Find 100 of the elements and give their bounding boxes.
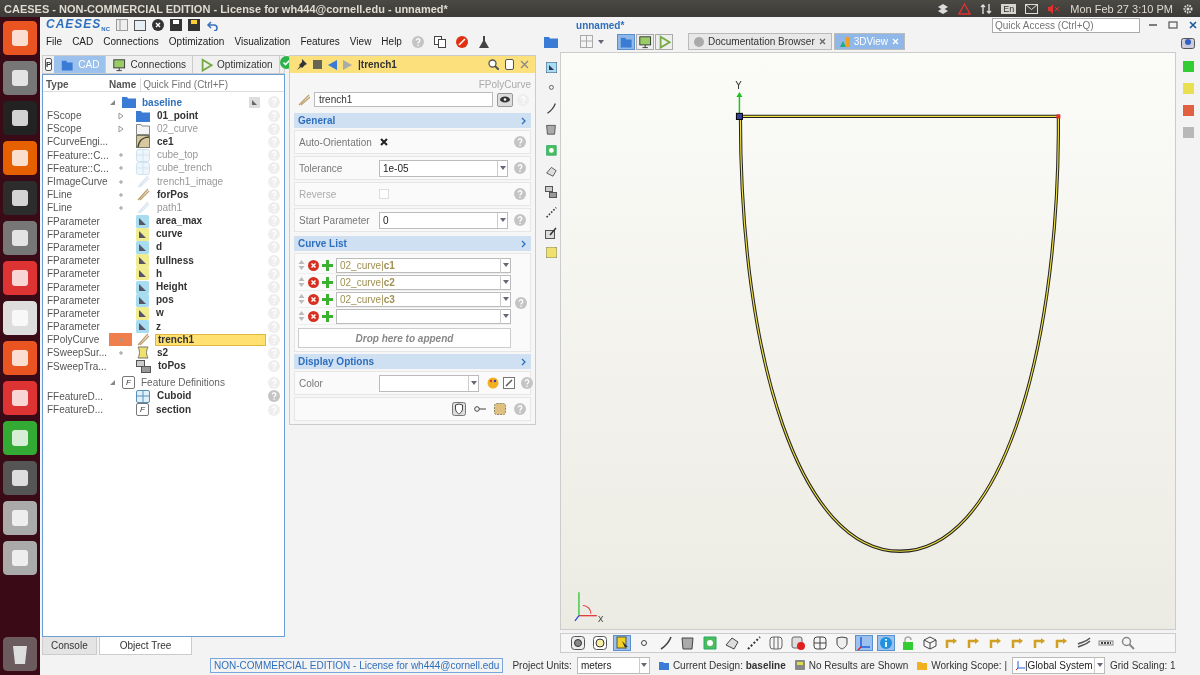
- stop-icon[interactable]: [455, 35, 468, 48]
- tree-item[interactable]: fullness: [154, 254, 266, 267]
- mail-icon[interactable]: [1025, 3, 1039, 14]
- curve-icon[interactable]: [544, 102, 558, 115]
- no-entry-button[interactable]: [789, 635, 807, 651]
- pencil-icon[interactable]: [545, 227, 557, 239]
- shield-button[interactable]: [833, 635, 851, 651]
- app-tile-icon[interactable]: [3, 101, 37, 135]
- expand-plus-icon[interactable]: [116, 177, 125, 186]
- value-field[interactable]: 0: [379, 211, 508, 229]
- caret-icon[interactable]: [502, 314, 509, 318]
- column-header[interactable]: Type: [43, 78, 106, 90]
- forward-arrow-icon[interactable]: [343, 59, 352, 70]
- collapse-arrow-icon[interactable]: [109, 379, 116, 387]
- axes-button[interactable]: [855, 635, 873, 651]
- tree-group[interactable]: baseline: [142, 96, 183, 108]
- expand-plus-icon[interactable]: [116, 348, 125, 357]
- parameter-icon[interactable]: [249, 96, 260, 108]
- remove-icon[interactable]: [308, 259, 319, 271]
- warning-icon[interactable]: [958, 2, 972, 15]
- app-tile-icon[interactable]: [3, 261, 37, 295]
- tree-item[interactable]: pos: [154, 294, 266, 307]
- back-arrow-icon[interactable]: [328, 59, 337, 70]
- network-icon[interactable]: [980, 2, 993, 15]
- reorder-icon[interactable]: [298, 277, 305, 287]
- info-button[interactable]: [877, 635, 895, 651]
- color-swatch[interactable]: [1182, 127, 1194, 138]
- tab[interactable]: Documentation Browser: [688, 33, 832, 50]
- menu-item[interactable]: CAD: [72, 36, 94, 47]
- color-swatch[interactable]: [1182, 105, 1194, 116]
- copy-icon[interactable]: [433, 35, 446, 48]
- app-tile-icon[interactable]: [3, 421, 37, 455]
- menu-item[interactable]: File: [46, 36, 63, 47]
- reorder-icon[interactable]: [298, 260, 305, 270]
- coordinate-system-dropdown[interactable]: |Global System: [1012, 656, 1105, 674]
- app-tile-icon[interactable]: [3, 221, 37, 255]
- screen-icon[interactable]: [1181, 36, 1195, 50]
- columns-button[interactable]: [767, 635, 785, 651]
- tree-item[interactable]: d: [154, 241, 266, 254]
- search-icon[interactable]: [488, 59, 499, 70]
- collapse-arrow-icon[interactable]: [109, 98, 116, 106]
- app-tile-icon[interactable]: [3, 181, 37, 215]
- app-tile-icon[interactable]: [3, 381, 37, 415]
- app-tile-icon[interactable]: [3, 461, 37, 495]
- clock[interactable]: Mon Feb 27 3:10 PM: [1070, 2, 1173, 15]
- tree-item[interactable]: h: [154, 267, 266, 280]
- grid-button[interactable]: [811, 635, 829, 651]
- save-all-icon[interactable]: [188, 19, 201, 31]
- add-icon[interactable]: [322, 293, 333, 305]
- close-icon[interactable]: [520, 60, 529, 69]
- menu-item[interactable]: Visualization: [234, 36, 291, 47]
- column-header[interactable]: Name: [106, 78, 137, 90]
- maximize-icon[interactable]: [1168, 20, 1178, 30]
- expand-plus-icon[interactable]: [116, 203, 125, 212]
- palette-icon[interactable]: [487, 377, 499, 389]
- caret-icon[interactable]: [1096, 663, 1103, 667]
- quick-find-field[interactable]: Quick Find (Ctrl+F): [140, 77, 284, 91]
- trash-icon[interactable]: [3, 637, 37, 671]
- expand-plus-icon[interactable]: [116, 151, 125, 160]
- surface-button[interactable]: [679, 635, 697, 651]
- chevron-icon[interactable]: [521, 239, 527, 248]
- license-notice[interactable]: NON-COMMERCIAL EDITION - License for wh444@cornell.edu: [210, 657, 504, 673]
- drop-zone[interactable]: Drop here to append: [298, 328, 511, 348]
- caret-icon[interactable]: [641, 663, 648, 667]
- close-icon[interactable]: [818, 38, 826, 45]
- undo-icon[interactable]: [206, 19, 219, 31]
- app-tile-icon[interactable]: [3, 141, 37, 175]
- expand-plus-icon[interactable]: [116, 190, 125, 199]
- reorder-icon[interactable]: [298, 294, 305, 304]
- close-circle-icon[interactable]: [152, 19, 165, 31]
- dotted-line-button[interactable]: [745, 635, 763, 651]
- reorder-icon[interactable]: [298, 311, 305, 321]
- tree-item[interactable]: 01_point: [155, 109, 266, 122]
- add-icon[interactable]: [322, 310, 333, 322]
- tree-item[interactable]: section: [154, 403, 266, 416]
- panel-icon[interactable]: [116, 19, 129, 31]
- tree-item[interactable]: curve: [154, 228, 266, 241]
- mode-button[interactable]: [636, 33, 654, 50]
- tab[interactable]: Optimization: [193, 56, 280, 73]
- window-icon[interactable]: [134, 19, 147, 31]
- menu-item[interactable]: Help: [381, 36, 402, 47]
- tree-item[interactable]: area_max: [154, 215, 266, 228]
- solid-button[interactable]: [723, 635, 741, 651]
- layout-icon[interactable]: [580, 35, 593, 48]
- parameter-icon[interactable]: [545, 62, 557, 73]
- tree-item[interactable]: s2: [155, 346, 266, 359]
- tree-item[interactable]: w: [154, 307, 266, 320]
- tree-group[interactable]: Feature Definitions: [141, 377, 225, 389]
- save-icon[interactable]: [170, 19, 183, 31]
- document-icon[interactable]: [505, 59, 514, 70]
- expand-arrow-icon[interactable]: [116, 124, 125, 133]
- menu-item[interactable]: Features: [300, 36, 340, 47]
- remove-icon[interactable]: [308, 310, 319, 322]
- caret-icon[interactable]: [598, 39, 604, 44]
- color-field[interactable]: [379, 374, 479, 392]
- remove-icon[interactable]: [308, 293, 319, 305]
- color-swatch[interactable]: [1182, 83, 1194, 94]
- surface-icon[interactable]: [544, 144, 558, 157]
- keyboard-layout[interactable]: En: [1001, 3, 1017, 14]
- color-swatch[interactable]: [1182, 61, 1194, 72]
